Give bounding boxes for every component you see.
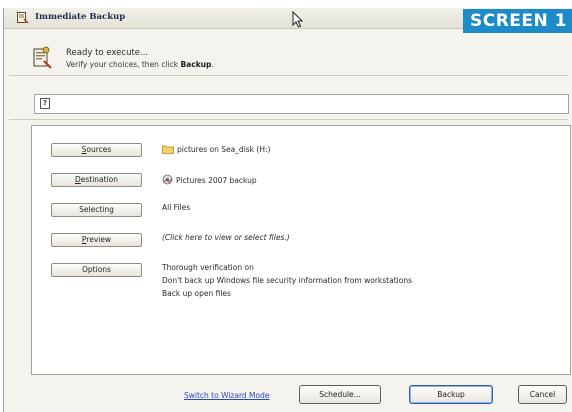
window-title: Immediate Backup xyxy=(35,12,126,22)
info-divider xyxy=(9,119,568,120)
backup-app-icon xyxy=(16,11,29,26)
instructions-bold: Backup xyxy=(180,60,212,69)
schedule-button[interactable]: Schedule... xyxy=(299,385,381,404)
switch-to-wizard-link[interactable]: Switch to Wizard Mode xyxy=(184,391,270,400)
status-title: Ready to execute... xyxy=(66,48,149,58)
backup-window: Immediate Backup Ready to execute... Ver… xyxy=(3,8,572,412)
preview-button[interactable]: Preview xyxy=(51,233,142,247)
mouse-pointer-icon xyxy=(292,10,304,30)
help-icon[interactable]: ? xyxy=(40,98,50,109)
sources-value-text: pictures on Sea_disk (H:) xyxy=(177,145,271,154)
options-panel xyxy=(31,125,571,375)
instructions-suffix: . xyxy=(211,60,214,69)
destination-value[interactable]: Pictures 2007 backup xyxy=(162,174,257,187)
selecting-value[interactable]: All Files xyxy=(162,203,190,212)
cancel-button[interactable]: Cancel xyxy=(518,385,567,404)
options-value-line-2: Don't back up Windows file security info… xyxy=(162,276,412,285)
folder-icon xyxy=(162,144,174,156)
options-value-line-3: Back up open files xyxy=(162,289,231,298)
options-value-line-1: Thorough verification on xyxy=(162,263,254,272)
selecting-button[interactable]: Selecting xyxy=(51,203,142,217)
info-bar: ? xyxy=(34,94,569,114)
destination-value-text: Pictures 2007 backup xyxy=(176,176,257,185)
backup-set-icon xyxy=(162,174,173,187)
status-instructions: Verify your choices, then click Backup. xyxy=(66,60,214,69)
preview-value[interactable]: (Click here to view or select files.) xyxy=(162,233,290,242)
backup-button[interactable]: Backup xyxy=(409,385,493,404)
sources-value[interactable]: pictures on Sea_disk (H:) xyxy=(162,144,270,156)
header-divider xyxy=(9,75,568,76)
destination-button[interactable]: Destination xyxy=(51,173,142,187)
instructions-text: Verify your choices, then click xyxy=(66,60,181,69)
screen-label: SCREEN 1 xyxy=(463,9,572,33)
sources-button[interactable]: Sources xyxy=(51,143,142,157)
options-button[interactable]: Options xyxy=(51,263,142,277)
backup-job-icon xyxy=(31,45,53,71)
